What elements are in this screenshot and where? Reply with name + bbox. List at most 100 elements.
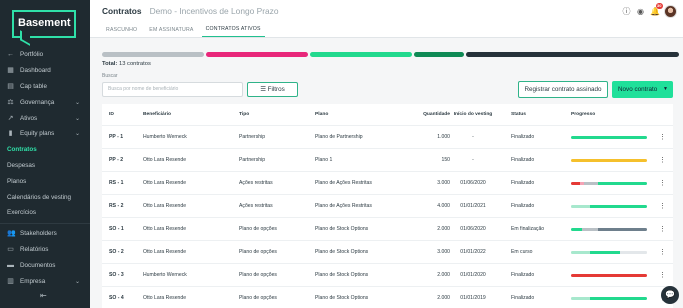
- sidebar-item-planos[interactable]: Planos: [0, 173, 90, 189]
- cell-type: Ações restritas: [239, 180, 273, 186]
- sidebar-item-documentos[interactable]: ▬ Documentos: [0, 257, 90, 273]
- progress-bar: [571, 296, 647, 300]
- cell-beneficiary: Otto Lara Resende: [143, 180, 187, 186]
- cell-id[interactable]: PP - 1: [109, 134, 123, 140]
- col-vesting-start[interactable]: Início do vesting: [452, 112, 494, 117]
- sidebar-item-ativos[interactable]: ↗ Ativos ⌄: [0, 110, 90, 126]
- table-row[interactable]: PP - 2 Otto Lara Resende Partnership Plano …: [102, 149, 673, 172]
- cell-id[interactable]: SO - 4: [109, 295, 124, 301]
- table-row[interactable]: SO - 4 Otto Lara Resende Plano de opções Pl…: [102, 287, 673, 308]
- search-input[interactable]: Busca por nome de beneficiário: [102, 82, 243, 97]
- cell-id[interactable]: RS - 1: [109, 180, 123, 186]
- sidebar-item-cap-table[interactable]: ▤ Cap table: [0, 79, 90, 95]
- cell-id[interactable]: SO - 3: [109, 272, 124, 278]
- status-segment[interactable]: [205, 52, 308, 57]
- col-type[interactable]: Tipo: [239, 112, 249, 117]
- cell-id[interactable]: SO - 1: [109, 226, 124, 232]
- cell-beneficiary: Humberto Werneck: [143, 272, 187, 278]
- sidebar-item-governan-a[interactable]: ⚖ Governança ⌄: [0, 94, 90, 110]
- table-row[interactable]: SO - 1 Otto Lara Resende Plano de opções Pl…: [102, 218, 673, 241]
- sidebar-item-label: Exercícios: [7, 209, 37, 217]
- tab-em-assinatura[interactable]: EM ASSINATURA: [145, 27, 197, 37]
- status-segment[interactable]: [102, 52, 204, 57]
- sidebar-item-dashboard[interactable]: ▦ Dashboard: [0, 63, 90, 79]
- more-options-icon[interactable]: ⋮: [659, 225, 666, 233]
- filter-icon: ☰: [260, 86, 266, 93]
- table-row[interactable]: RS - 2 Otto Lara Resende Ações restritas Pl…: [102, 195, 673, 218]
- more-options-icon[interactable]: ⋮: [659, 202, 666, 210]
- table-row[interactable]: SO - 2 Otto Lara Resende Plano de opções Pl…: [102, 241, 673, 264]
- table-row[interactable]: RS - 1 Otto Lara Resende Ações restritas Pl…: [102, 172, 673, 195]
- cell-beneficiary: Otto Lara Resende: [143, 249, 187, 255]
- col-status[interactable]: Status: [511, 112, 526, 117]
- sidebar-item-stakeholders[interactable]: 👥 Stakeholders: [0, 226, 90, 242]
- col-plan[interactable]: Plano: [315, 112, 328, 117]
- more-options-icon[interactable]: ⋮: [659, 179, 666, 187]
- col-beneficiary[interactable]: Beneficiário: [143, 112, 171, 117]
- status-segment[interactable]: [309, 52, 412, 57]
- col-id[interactable]: ID: [109, 112, 114, 117]
- folder-icon: ▬: [7, 261, 14, 269]
- sidebar-item-contratos[interactable]: Contratos: [0, 142, 90, 158]
- sidebar-item-empresa[interactable]: ▥ Empresa ⌄: [0, 273, 90, 289]
- cell-plan: Plano de Stock Options: [315, 249, 369, 255]
- page-subtitle[interactable]: Demo - Incentivos de Longo Prazo: [150, 6, 279, 16]
- bell-icon[interactable]: 🔔 30: [650, 3, 663, 16]
- sidebar-item-label: Governança: [20, 98, 55, 106]
- col-quantity[interactable]: Quantidade: [415, 112, 450, 117]
- new-contract-button[interactable]: Novo contrato ▼: [612, 81, 673, 98]
- progress-segment: [620, 250, 647, 254]
- sidebar-item-despesas[interactable]: Despesas: [0, 158, 90, 174]
- help-icon[interactable]: ⓘ: [622, 7, 631, 16]
- progress-segment: [571, 158, 647, 162]
- sidebar-item-calend-rios-de-vesting[interactable]: Calendários de vesting: [0, 189, 90, 205]
- tab-contratos-ativos[interactable]: CONTRATOS ATIVOS: [201, 26, 265, 37]
- cell-vesting-start: 01/06/2020: [460, 180, 486, 186]
- filters-button[interactable]: ☰ Filtros: [247, 82, 298, 97]
- chevron-down-icon: ⌄: [74, 99, 80, 106]
- sidebar-item-label: Planos: [7, 177, 27, 185]
- cell-status: Finalizado: [511, 157, 535, 163]
- sidebar-item-equity-plans[interactable]: ▮ Equity plans ⌄: [0, 126, 90, 142]
- register-contract-button[interactable]: Registrar contrato assinado: [518, 81, 608, 98]
- collapse-left-icon[interactable]: ⇤: [40, 291, 47, 300]
- progress-bar: [571, 273, 647, 277]
- sidebar-item-exerc-cios[interactable]: Exercícios: [0, 205, 90, 221]
- progress-segment: [597, 227, 647, 231]
- brand-logo[interactable]: Basement: [12, 10, 76, 38]
- table-row[interactable]: SO - 3 Humberto Werneck Plano de opções Pla…: [102, 264, 673, 287]
- status-segment[interactable]: [465, 52, 679, 57]
- cell-vesting-start: 01/01/2022: [460, 249, 486, 255]
- eye-icon[interactable]: ◉: [636, 7, 645, 16]
- chevron-down-icon: ⌄: [74, 115, 80, 122]
- cell-quantity: 4.000: [437, 203, 450, 209]
- sidebar-item-label: Relatórios: [20, 245, 49, 253]
- users-icon: 👥: [7, 230, 16, 238]
- status-segment[interactable]: [413, 52, 464, 57]
- cell-id[interactable]: PP - 2: [109, 157, 123, 163]
- chat-bubble-icon[interactable]: 💬: [661, 286, 679, 304]
- chevron-down-icon: ▼: [663, 86, 668, 92]
- sidebar-item-relat-rios[interactable]: ▭ Relatórios: [0, 242, 90, 258]
- progress-segment: [590, 296, 647, 300]
- avatar[interactable]: [664, 5, 677, 18]
- table-row[interactable]: PP - 1 Humberto Werneck Partnership Plano d…: [102, 126, 673, 149]
- progress-bar: [571, 181, 647, 185]
- cell-quantity: 1.000: [437, 134, 450, 140]
- cell-vesting-start: 01/01/2020: [460, 272, 486, 278]
- more-options-icon[interactable]: ⋮: [659, 156, 666, 164]
- filters-label: Filtros: [267, 86, 285, 93]
- tab-rascunho[interactable]: RASCUNHO: [102, 27, 141, 37]
- cell-beneficiary: Otto Lara Resende: [143, 295, 187, 301]
- cell-quantity: 2.000: [437, 226, 450, 232]
- cell-id[interactable]: RS - 2: [109, 203, 123, 209]
- cell-status: Em curso: [511, 249, 533, 255]
- more-options-icon[interactable]: ⋮: [659, 271, 666, 279]
- cell-vesting-start: 01/01/2019: [460, 295, 486, 301]
- sidebar-item-label: Empresa: [20, 277, 46, 285]
- sidebar-item-portf-lio[interactable]: ← Portfólio: [0, 47, 90, 63]
- more-options-icon[interactable]: ⋮: [659, 133, 666, 141]
- cell-id[interactable]: SO - 2: [109, 249, 124, 255]
- cell-type: Plano de opções: [239, 226, 277, 232]
- more-options-icon[interactable]: ⋮: [659, 248, 666, 256]
